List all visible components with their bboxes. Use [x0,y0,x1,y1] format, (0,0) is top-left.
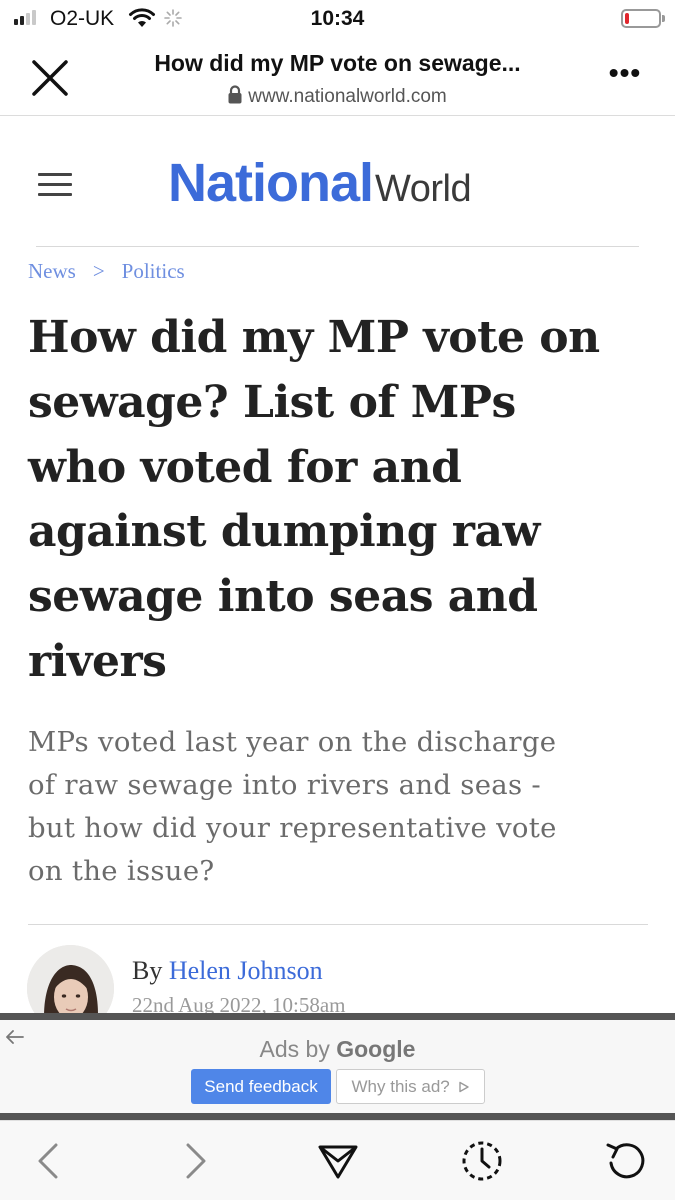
more-options-icon[interactable]: ••• [605,58,645,94]
browser-header: How did my MP vote on sewage... www.nati… [0,38,675,116]
why-this-ad-label: Why this ad? [351,1077,450,1096]
headline-line: who voted for and [28,441,462,493]
logo-primary: National [168,153,374,213]
standfirst-line: on the issue? [28,855,215,887]
google-wordmark: Google [336,1036,416,1062]
standfirst-line: MPs voted last year on the discharge [28,726,557,758]
browser-toolbar [0,1120,675,1200]
forward-icon[interactable] [170,1137,218,1185]
battery-icon [621,9,665,28]
byline-prefix: By [132,956,163,985]
article-headline: How did my MP vote on sewage? List of MP… [28,306,653,695]
standfirst-line: of raw sewage into rivers and seas - [28,769,542,801]
hamburger-menu-icon[interactable] [38,173,72,197]
article-standfirst: MPs voted last year on the discharge of … [28,721,648,893]
close-icon[interactable] [28,56,72,100]
share-icon[interactable] [314,1137,362,1185]
google-ad-banner: Ads by Google Send feedback Why this ad? [0,1013,675,1120]
headline-line: How did my MP vote on [28,312,600,363]
status-time: 10:34 [310,7,365,30]
history-icon[interactable] [458,1137,506,1185]
back-icon[interactable] [26,1137,74,1185]
breadcrumb-item-politics[interactable]: Politics [122,259,185,284]
breadcrumb-item-news[interactable]: News [28,259,76,284]
breadcrumb-separator: > [92,259,105,283]
why-this-ad-button[interactable]: Why this ad? [336,1069,485,1104]
logo-secondary: World [375,168,472,210]
headline-line: sewage into seas and [28,571,538,623]
browser-page-title: How did my MP vote on sewage... [154,50,521,76]
lock-icon [228,85,242,104]
headline-line: against dumping raw [28,506,540,558]
status-bar: O2-UK 10:34 [0,0,675,38]
headline-line: rivers [28,635,167,687]
headline-line: sewage? List of MPs [28,376,516,428]
standfirst-line: but how did your representative vote [28,812,557,844]
header-divider [36,246,639,247]
article-byline: By Helen Johnson [132,956,323,986]
ads-by-text: Ads by [259,1036,330,1062]
breadcrumb: News > Politics [28,259,185,284]
play-triangle-icon [458,1081,469,1093]
url-display[interactable]: www.nationalworld.com [115,85,560,108]
ads-by-google-label: Ads by Google [0,1036,675,1063]
reload-icon[interactable] [602,1137,650,1185]
send-feedback-button[interactable]: Send feedback [191,1069,331,1104]
site-logo[interactable]: National World [168,152,472,213]
url-text: www.nationalworld.com [248,86,447,107]
byline-divider [28,924,648,925]
author-name-link[interactable]: Helen Johnson [169,956,323,985]
